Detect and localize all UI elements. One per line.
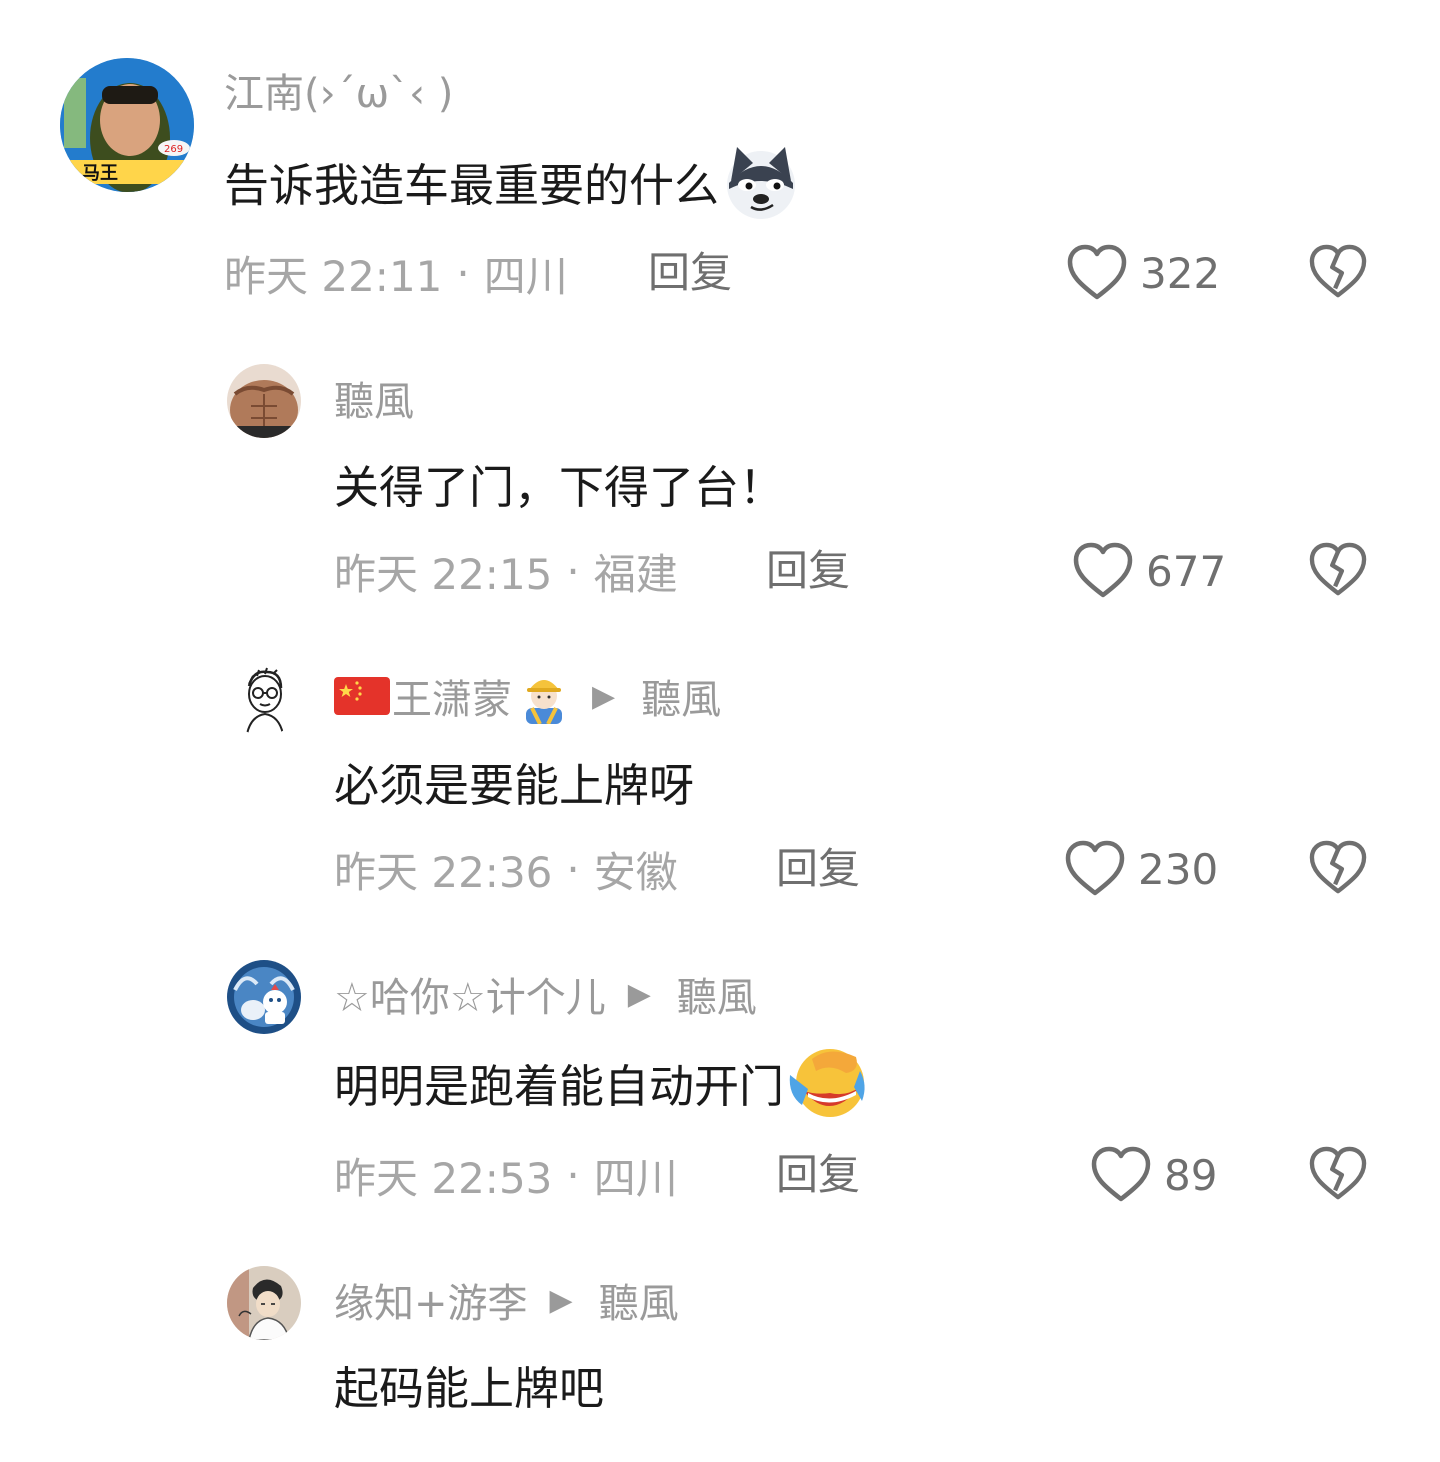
comment-author-row: 王潇蒙 ▶ 聽風	[334, 667, 721, 725]
like-button[interactable]: 322	[1066, 243, 1220, 303]
dislike-button[interactable]	[1308, 1146, 1368, 1202]
play-triangle-icon: ▶	[592, 678, 616, 714]
avatar[interactable]	[227, 960, 301, 1034]
heart-outline-icon	[1090, 1146, 1152, 1204]
like-count: 677	[1146, 546, 1227, 596]
svg-text:269: 269	[164, 144, 183, 155]
meta-separator: ·	[456, 248, 470, 298]
reply-to-user[interactable]: 聽風	[599, 1271, 679, 1329]
face-palm-laugh-emoji	[786, 1041, 868, 1123]
comment-location: 四川	[483, 251, 568, 301]
bottom-fade-overlay	[0, 1410, 1440, 1462]
svg-text:马王: 马王	[82, 163, 118, 184]
comment-author[interactable]: 缘知+游李	[334, 1271, 528, 1329]
heart-outline-icon	[1066, 244, 1128, 302]
avatar[interactable]	[227, 662, 301, 736]
reply-to-user[interactable]: 聽風	[641, 667, 721, 725]
comment-meta: 昨天 22:36 · 安徽	[334, 840, 678, 898]
comment-text: 告诉我造车最重要的什么	[224, 140, 801, 222]
avatar[interactable]	[227, 1266, 301, 1340]
comment-author[interactable]: 王潇蒙	[392, 667, 512, 725]
comment-time: 昨天 22:11	[224, 251, 443, 301]
comment-text: 关得了门，下得了台！	[334, 460, 785, 514]
reply-button[interactable]: 回复	[766, 542, 850, 600]
play-triangle-icon: ▶	[549, 1282, 573, 1318]
like-count: 89	[1164, 1150, 1218, 1200]
comment-time: 昨天 22:36	[334, 847, 553, 897]
comment-author-row: ☆哈你☆计个儿 ▶ 聽風	[334, 966, 757, 1022]
play-triangle-icon: ▶	[627, 976, 651, 1012]
comment-meta: 昨天 22:53 · 四川	[334, 1146, 678, 1204]
meta-separator: ·	[566, 546, 580, 596]
comment-text: 明明是跑着能自动开门	[334, 1040, 868, 1124]
comment-author[interactable]: 聽風	[334, 370, 414, 426]
husky-smirk-emoji	[721, 141, 801, 221]
comment-meta: 昨天 22:11 · 四川	[224, 244, 568, 302]
dislike-button[interactable]	[1308, 244, 1368, 300]
comment-author-row: 缘知+游李 ▶ 聽風	[334, 1272, 679, 1328]
like-count: 230	[1138, 844, 1219, 894]
comment-author[interactable]: ☆哈你☆计个儿	[334, 965, 606, 1023]
meta-separator: ·	[566, 1150, 580, 1200]
heart-outline-icon	[1064, 840, 1126, 898]
reply-button[interactable]: 回复	[648, 244, 732, 302]
comment-meta: 昨天 22:15 · 福建	[334, 542, 678, 600]
avatar[interactable]	[227, 364, 301, 438]
like-button[interactable]: 230	[1064, 839, 1218, 899]
comment-time: 昨天 22:15	[334, 549, 553, 599]
heart-outline-icon	[1072, 542, 1134, 600]
comment-location: 四川	[593, 1153, 678, 1203]
broken-heart-icon	[1308, 542, 1368, 598]
reply-button[interactable]: 回复	[776, 840, 860, 898]
broken-heart-icon	[1308, 1146, 1368, 1202]
construction-worker-emoji	[518, 668, 570, 725]
dislike-button[interactable]	[1308, 840, 1368, 896]
china-flag-emoji	[334, 675, 390, 717]
like-button[interactable]: 677	[1072, 541, 1226, 601]
like-count: 322	[1140, 248, 1221, 298]
comment-text: 必须是要能上牌呀	[334, 758, 695, 812]
avatar[interactable]: 马王 269	[60, 58, 194, 192]
broken-heart-icon	[1308, 244, 1368, 300]
comment-item: 马王 269 江南(›´ω`‹ ) 告诉我造车最重要的什么 昨天 22:11 ·…	[0, 0, 1440, 330]
comment-location: 安徽	[593, 847, 678, 897]
broken-heart-icon	[1308, 840, 1368, 896]
comment-author[interactable]: 江南(›´ω`‹ )	[224, 62, 453, 118]
comment-time: 昨天 22:53	[334, 1153, 553, 1203]
meta-separator: ·	[566, 844, 580, 894]
like-button[interactable]: 89	[1090, 1145, 1217, 1205]
dislike-button[interactable]	[1308, 542, 1368, 598]
reply-to-user[interactable]: 聽風	[677, 965, 757, 1023]
comment-location: 福建	[593, 549, 678, 599]
reply-button[interactable]: 回复	[776, 1146, 860, 1204]
